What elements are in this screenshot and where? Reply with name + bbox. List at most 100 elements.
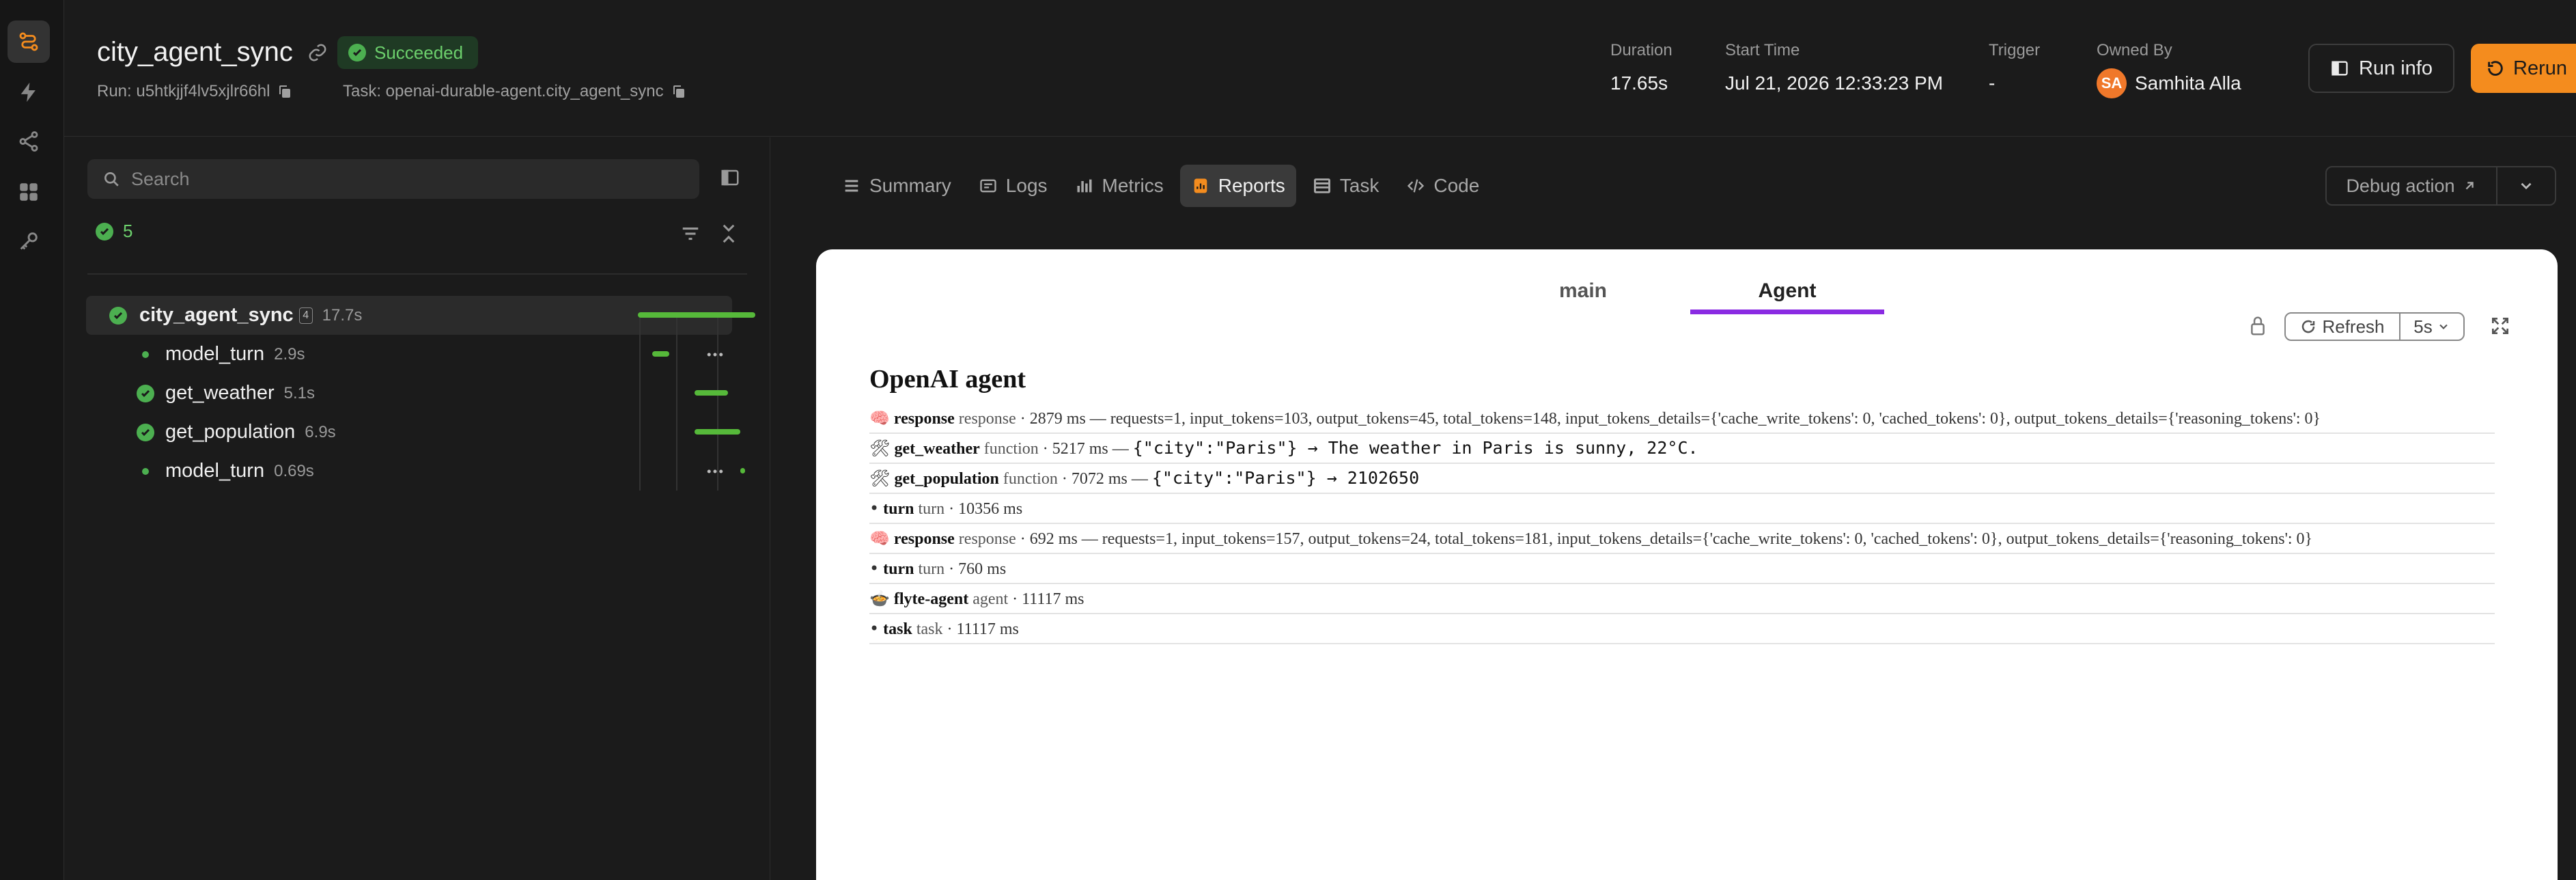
- span-line: 🛠 get_population function · 7072 ms — {"…: [869, 464, 2495, 494]
- tab-code[interactable]: Code: [1395, 165, 1490, 207]
- run-id: Run: u5htkjjf4lv5xjlr66hl: [97, 82, 293, 101]
- collapse-panel-icon[interactable]: [720, 167, 740, 188]
- more-icon[interactable]: [705, 461, 725, 482]
- logs-icon: [980, 179, 996, 193]
- status-dot: [142, 467, 149, 475]
- left-nav-rail: [0, 0, 64, 880]
- trigger-meta: Trigger -: [1989, 41, 2041, 94]
- node-name: model_turn: [165, 343, 265, 365]
- code-icon: [1408, 179, 1425, 193]
- summary-icon: [845, 180, 858, 192]
- refresh-interval-select[interactable]: 5s: [2399, 312, 2465, 341]
- tab-metrics[interactable]: Metrics: [1064, 165, 1175, 207]
- link-icon[interactable]: [307, 42, 328, 63]
- tree-row[interactable]: get_weather 5.1s: [86, 374, 732, 413]
- debug-action-button[interactable]: Debug action: [2325, 166, 2497, 206]
- nav-keys-button[interactable]: [8, 220, 50, 262]
- timeline-bar: [740, 468, 745, 473]
- reports-icon: [1194, 178, 1207, 193]
- more-icon[interactable]: [705, 422, 725, 443]
- success-check-icon: [348, 44, 366, 61]
- node-name: city_agent_sync: [139, 304, 294, 326]
- nav-apps-button[interactable]: [8, 171, 50, 213]
- copy-icon[interactable]: [277, 83, 293, 100]
- external-arrow-icon: [2465, 182, 2474, 190]
- report-tab-main[interactable]: main: [1532, 279, 1634, 303]
- tab-task[interactable]: Task: [1302, 165, 1390, 207]
- span-line: • task task · 11117 ms: [869, 614, 2495, 644]
- fullscreen-icon[interactable]: [2489, 315, 2511, 337]
- chevron-down-icon: [2439, 324, 2448, 329]
- details-panel: Summary Logs Metrics Reports Task Code D…: [771, 137, 2576, 880]
- lightning-icon: [20, 82, 36, 102]
- key-icon: [20, 232, 38, 250]
- node-duration: 6.9s: [305, 422, 336, 441]
- tree-row[interactable]: get_population 6.9s: [86, 413, 732, 452]
- rerun-icon: [2488, 61, 2503, 76]
- node-name: get_population: [165, 421, 296, 443]
- run-header: city_agent_sync Succeeded Run: u5htkjjf4…: [64, 0, 2576, 137]
- rerun-button[interactable]: Rerun: [2471, 44, 2576, 93]
- tab-summary[interactable]: Summary: [831, 165, 962, 207]
- node-duration: 5.1s: [283, 383, 315, 402]
- span-line: 🍲 flyte-agent agent · 11117 ms: [869, 584, 2495, 614]
- success-check-icon: [137, 384, 154, 402]
- tree-row-root[interactable]: city_agent_sync 4 17.7s: [86, 296, 732, 335]
- lock-icon[interactable]: [2248, 315, 2268, 337]
- status-text: Succeeded: [374, 42, 464, 63]
- success-count[interactable]: 5: [96, 221, 132, 242]
- more-icon[interactable]: [705, 344, 725, 365]
- node-name: model_turn: [165, 460, 265, 482]
- more-icon[interactable]: [705, 305, 725, 326]
- report-tab-agent[interactable]: Agent: [1690, 279, 1884, 303]
- detail-tabs: Summary Logs Metrics Reports Task Code: [831, 165, 1490, 207]
- success-check-icon: [109, 306, 127, 325]
- nav-triggers-button[interactable]: [8, 71, 50, 113]
- tab-reports[interactable]: Reports: [1179, 165, 1296, 207]
- tree-row[interactable]: model_turn 0.69s: [86, 452, 732, 491]
- collapse-all-icon[interactable]: [718, 222, 739, 245]
- span-line: 🛠 get_weather function · 5217 ms — {"cit…: [869, 434, 2495, 464]
- status-dot: [142, 350, 149, 358]
- share-icon: [19, 131, 38, 152]
- start-time-meta: Start Time Jul 21, 2026 12:33:23 PM: [1725, 41, 1944, 94]
- node-duration: 17.7s: [322, 305, 363, 325]
- report-span-list: 🧠 response response · 2879 ms — requests…: [869, 404, 2495, 644]
- report-title: OpenAI agent: [869, 365, 1026, 394]
- span-line: 🧠 response response · 2879 ms — requests…: [869, 404, 2495, 434]
- owner-name: Samhita Alla: [2135, 72, 2241, 94]
- runs-icon: [19, 32, 38, 51]
- run-info-button[interactable]: Run info: [2308, 44, 2454, 93]
- search-input[interactable]: [131, 168, 677, 190]
- task-icon: [1313, 178, 1330, 193]
- execution-tree-panel: 5 city_agent_sync 4 17.7s model_turn 2.9…: [64, 137, 770, 880]
- refresh-icon: [2302, 320, 2315, 333]
- nav-runs-button[interactable]: [8, 20, 50, 63]
- success-check-icon: [137, 423, 154, 441]
- tree-row[interactable]: model_turn 2.9s: [86, 335, 732, 374]
- success-check-icon: [96, 222, 113, 240]
- avatar: SA: [2097, 68, 2127, 98]
- search-icon: [104, 171, 119, 187]
- tab-logs[interactable]: Logs: [968, 165, 1059, 207]
- filter-icon[interactable]: [680, 223, 701, 244]
- execution-tree: city_agent_sync 4 17.7s model_turn 2.9s …: [86, 296, 732, 491]
- status-badge: Succeeded: [337, 36, 479, 69]
- run-title: city_agent_sync: [97, 37, 293, 67]
- span-line: 🧠 response response · 692 ms — requests=…: [869, 524, 2495, 554]
- active-tab-underline: [1690, 310, 1884, 314]
- debug-menu-button[interactable]: [2496, 166, 2556, 206]
- more-icon[interactable]: [705, 383, 725, 404]
- node-name: get_weather: [165, 382, 275, 404]
- nav-share-button[interactable]: [8, 120, 50, 163]
- span-line: • turn turn · 760 ms: [869, 554, 2495, 584]
- refresh-button[interactable]: Refresh: [2284, 312, 2400, 341]
- owner-meta: Owned By SA Samhita Alla: [2097, 41, 2241, 98]
- grid-icon: [20, 183, 38, 201]
- divider: [87, 273, 747, 275]
- child-count-badge: 4: [298, 307, 313, 324]
- node-duration: 2.9s: [274, 344, 305, 363]
- copy-icon[interactable]: [671, 83, 687, 100]
- search-box[interactable]: [87, 159, 699, 199]
- task-id: Task: openai-durable-agent.city_agent_sy…: [343, 82, 687, 101]
